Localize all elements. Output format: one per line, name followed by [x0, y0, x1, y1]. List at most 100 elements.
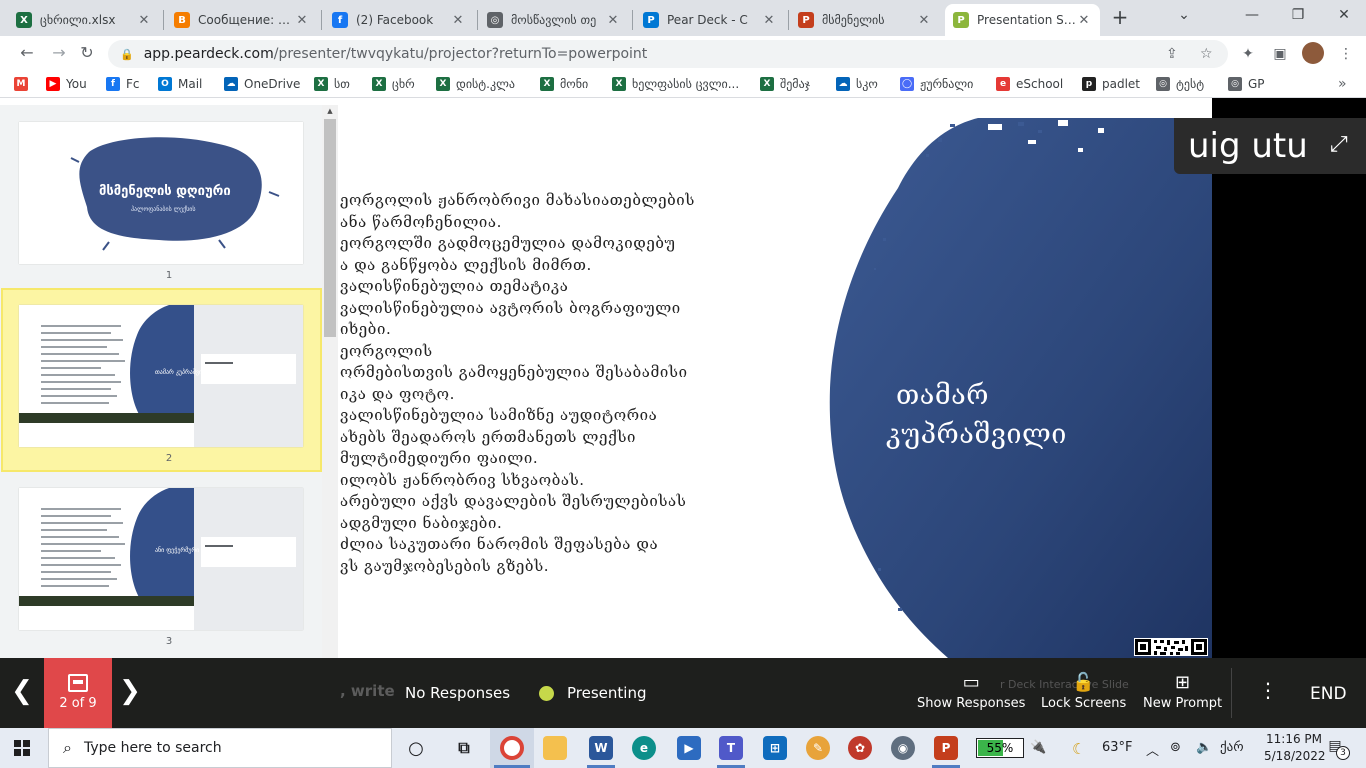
clock-time: 11:16 PM: [1266, 732, 1322, 746]
minimize-icon[interactable]: —: [1229, 0, 1275, 32]
url-omnibox[interactable]: 🔒 app.peardeck.com /presenter/twvqykatu/…: [108, 40, 1228, 68]
edge-icon[interactable]: e: [632, 736, 656, 760]
bookmark-5[interactable]: ☁ OneDrive: [224, 75, 300, 93]
close-tab-icon[interactable]: ✕: [916, 13, 932, 28]
next-slide-arrow-icon[interactable]: ❯: [112, 658, 148, 728]
teams-icon[interactable]: T: [719, 736, 743, 760]
thumbnail-scrollbar[interactable]: ▲: [322, 105, 338, 658]
slide-thumbnail-3[interactable]: ანი ფეჭერმური: [19, 488, 303, 630]
bookmark-17[interactable]: ◎ GP: [1228, 75, 1265, 93]
restore-icon[interactable]: ❐: [1275, 0, 1321, 32]
browser-tab-5[interactable]: P Pear Deck - C ✕: [635, 4, 785, 36]
bookmark-15[interactable]: p padlet: [1082, 75, 1140, 93]
windows-start-icon[interactable]: [14, 740, 30, 756]
volume-icon[interactable]: 🔈: [1196, 740, 1212, 755]
network-icon[interactable]: ⊚: [1170, 740, 1181, 755]
reload-icon[interactable]: ↻: [76, 42, 98, 64]
browser-tab-6[interactable]: Pმსმენელის ✕: [790, 4, 940, 36]
globe-icon: ◎: [1228, 77, 1242, 91]
task-view-icon[interactable]: ⧉: [452, 736, 476, 760]
video-editor-icon[interactable]: ▶: [677, 736, 701, 760]
file-explorer-icon[interactable]: [543, 736, 567, 760]
bookmarks-overflow-icon[interactable]: »: [1338, 75, 1347, 93]
new-prompt-button[interactable]: ⊞ New Prompt: [1143, 670, 1222, 711]
bookmark-star-icon[interactable]: ☆: [1200, 40, 1213, 68]
tab-title: Pear Deck - C: [667, 13, 748, 27]
bookmark-16[interactable]: ◎ ტესტ: [1156, 75, 1204, 93]
scroll-up-arrow-icon[interactable]: ▲: [326, 107, 334, 115]
bookmark-14[interactable]: e eSchool: [996, 75, 1063, 93]
close-tab-icon[interactable]: ✕: [605, 13, 621, 28]
power-plug-icon[interactable]: 🔌: [1030, 740, 1046, 755]
scrollbar-thumb[interactable]: [324, 119, 336, 337]
temperature-label[interactable]: 63°F: [1102, 740, 1133, 755]
close-tab-icon[interactable]: ✕: [450, 13, 466, 28]
end-session-button[interactable]: END: [1310, 684, 1347, 704]
close-window-icon[interactable]: ✕: [1321, 0, 1366, 32]
slide-text-line: ორმებისთვის გამოყენებულია შესაბამისი: [340, 363, 688, 381]
bookmark-label: ტესტ: [1176, 77, 1205, 91]
bookmark-3[interactable]: f Fc: [106, 75, 140, 93]
word-icon[interactable]: W: [589, 736, 613, 760]
back-arrow-icon[interactable]: ←: [16, 42, 38, 64]
store-icon[interactable]: ⊞: [763, 736, 787, 760]
extensions-puzzle-icon[interactable]: ✦: [1238, 44, 1258, 64]
bookmark-11[interactable]: Xშემაჯ: [760, 75, 810, 93]
language-indicator[interactable]: ქარ: [1220, 740, 1244, 755]
bookmark-6[interactable]: Xსთ: [314, 75, 350, 93]
paint3d-icon[interactable]: ✿: [848, 736, 872, 760]
side-panel-icon[interactable]: ▣: [1270, 44, 1290, 64]
new-tab-plus-icon[interactable]: +: [1108, 6, 1132, 30]
bookmark-label: Mail: [178, 77, 203, 91]
browser-tab-2[interactable]: B Сообщение: ред ✕: [166, 4, 318, 36]
browser-tab-7[interactable]: P Presentation Sess ✕: [945, 4, 1100, 36]
battery-indicator[interactable]: 55%: [976, 738, 1024, 758]
slide-thumbnail-2[interactable]: თამარ კუპრაშვილი: [19, 305, 303, 447]
previous-slide-arrow-icon[interactable]: ❮: [0, 658, 44, 728]
notification-center-icon[interactable]: ▤ 3: [1324, 738, 1350, 760]
peardeck-icon: P: [643, 12, 659, 28]
bookmark-label: ცხრ: [392, 77, 415, 91]
bookmark-2[interactable]: ▶ You: [46, 75, 87, 93]
cortana-icon[interactable]: ○: [404, 736, 428, 760]
qr-code-icon[interactable]: [1134, 638, 1208, 656]
slide-thumbnail-1[interactable]: მსმენელის დღიური ჰალოფანაბის ლექსის: [19, 122, 303, 264]
show-hidden-icons-icon[interactable]: ︿: [1146, 740, 1159, 759]
bookmark-10[interactable]: Xხელფასის ცვლი...: [612, 75, 739, 93]
chevron-down-icon[interactable]: ⌄: [1161, 0, 1207, 32]
bookmark-7[interactable]: Xცხრ: [372, 75, 415, 93]
browser-tab-4[interactable]: ◎ მოსწავლის თე ✕: [479, 4, 629, 36]
powerpoint-icon[interactable]: P: [934, 736, 958, 760]
bookmark-label: სთ: [334, 77, 350, 91]
camera-icon[interactable]: ◉: [891, 736, 915, 760]
bookmark-12[interactable]: ☁ სკო: [836, 75, 878, 93]
close-tab-icon[interactable]: ✕: [1076, 13, 1092, 28]
chrome-icon[interactable]: [500, 736, 524, 760]
close-tab-icon[interactable]: ✕: [294, 13, 310, 28]
bookmark-9[interactable]: Xმონი: [540, 75, 588, 93]
more-options-icon[interactable]: ⋮: [1258, 678, 1278, 702]
show-responses-button[interactable]: ▭ Show Responses: [917, 670, 1025, 711]
bookmark-4[interactable]: O Mail: [158, 75, 202, 93]
close-tab-icon[interactable]: ✕: [136, 13, 152, 28]
close-tab-icon[interactable]: ✕: [761, 13, 777, 28]
menu-kebab-icon[interactable]: ⋮: [1336, 44, 1356, 64]
bookmark-8[interactable]: Xდისტ.კლა: [436, 75, 515, 93]
slide-counter-button[interactable]: 2 of 9: [44, 658, 112, 728]
responses-status[interactable]: No Responses: [405, 684, 510, 702]
bookmark-1[interactable]: M: [14, 75, 34, 93]
weather-moon-icon[interactable]: ☾: [1072, 740, 1085, 758]
bookmark-13[interactable]: ◯ ჟურნალი: [900, 75, 973, 93]
share-icon[interactable]: ⇪: [1166, 40, 1178, 68]
profile-avatar[interactable]: [1302, 42, 1324, 64]
paint-icon[interactable]: ✎: [806, 736, 830, 760]
presenting-status: Presenting: [567, 684, 647, 702]
expand-icon[interactable]: ⤢: [1330, 132, 1348, 157]
browser-tab-1[interactable]: Xცხრილი.xlsx ✕: [8, 4, 160, 36]
browser-tab-3[interactable]: f (2) Facebook ✕: [324, 4, 474, 36]
taskbar-search-box[interactable]: ⌕ Type here to search: [48, 728, 392, 768]
forward-arrow-icon[interactable]: →: [48, 42, 70, 64]
lock-screens-button[interactable]: 🔓 Lock Screens: [1041, 670, 1126, 711]
slide-text-line: ანა წარმოჩენილია.: [340, 212, 502, 231]
system-clock[interactable]: 11:16 PM 5/18/2022: [1264, 731, 1326, 765]
